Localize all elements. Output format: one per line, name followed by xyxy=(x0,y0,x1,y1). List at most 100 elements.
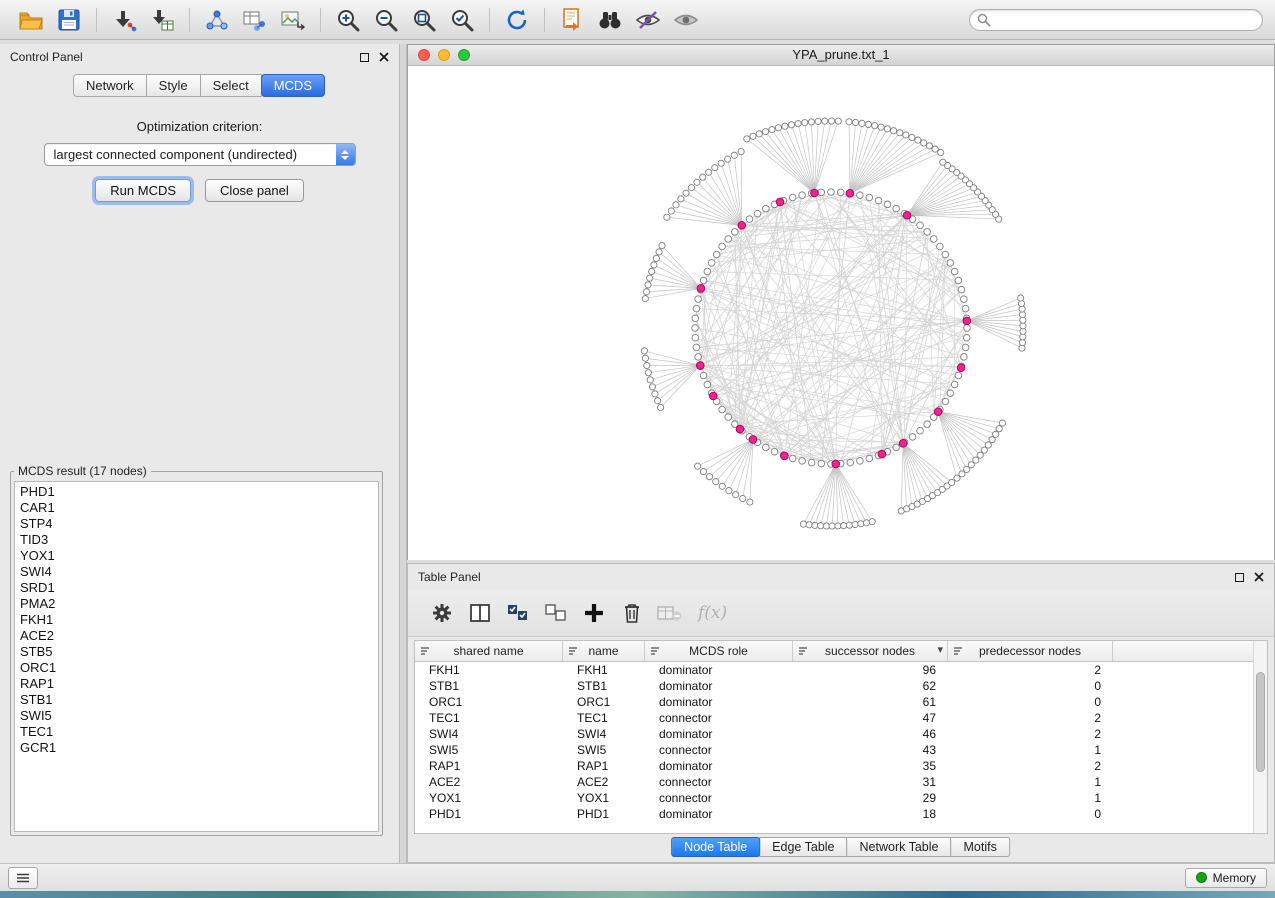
network-node[interactable] xyxy=(725,414,732,421)
table-cell[interactable]: PHD1 xyxy=(415,806,563,822)
network-node[interactable] xyxy=(647,275,653,281)
network-node[interactable] xyxy=(828,189,835,196)
network-node[interactable] xyxy=(763,205,770,212)
network-node[interactable] xyxy=(771,448,778,455)
network-hub-node[interactable] xyxy=(899,440,907,448)
network-node[interactable] xyxy=(718,160,724,166)
network-node[interactable] xyxy=(688,185,694,191)
network-node[interactable] xyxy=(788,122,794,128)
network-node[interactable] xyxy=(841,522,847,528)
network-node[interactable] xyxy=(999,420,1005,426)
network-node[interactable] xyxy=(647,377,653,383)
network-node[interactable] xyxy=(644,362,650,368)
network-node[interactable] xyxy=(642,295,648,301)
column-header-name[interactable]: name xyxy=(563,641,645,661)
export-image-button[interactable] xyxy=(277,5,309,35)
network-node[interactable] xyxy=(846,119,852,125)
table-cell[interactable]: connector xyxy=(645,742,793,758)
network-node[interactable] xyxy=(645,282,651,288)
table-cell[interactable]: SWI4 xyxy=(563,726,645,742)
tab-node-table[interactable]: Node Table xyxy=(671,837,760,857)
network-node[interactable] xyxy=(857,458,864,465)
table-cell[interactable]: 0 xyxy=(948,678,1113,694)
network-node[interactable] xyxy=(719,483,725,489)
table-cell[interactable]: 1 xyxy=(948,742,1113,758)
table-row[interactable]: FKH1FKH1dominator962 xyxy=(415,662,1267,678)
table-cell[interactable]: 35 xyxy=(793,758,948,774)
network-node[interactable] xyxy=(645,370,651,376)
network-node[interactable] xyxy=(700,174,706,180)
table-cell[interactable]: SWI4 xyxy=(415,726,563,742)
network-node[interactable] xyxy=(947,390,954,397)
network-node[interactable] xyxy=(656,249,662,255)
table-cell[interactable]: dominator xyxy=(645,806,793,822)
table-cell[interactable]: 47 xyxy=(793,710,948,726)
network-node[interactable] xyxy=(963,334,970,341)
network-hub-node[interactable] xyxy=(846,190,854,198)
network-node[interactable] xyxy=(823,523,829,529)
network-canvas[interactable] xyxy=(408,66,1274,560)
table-cell[interactable]: 1 xyxy=(948,790,1113,806)
clone-network-button[interactable] xyxy=(556,5,588,35)
network-node[interactable] xyxy=(878,124,884,130)
network-node[interactable] xyxy=(725,156,731,162)
mcds-result-item[interactable]: STB1 xyxy=(20,692,378,708)
network-node[interactable] xyxy=(806,522,812,528)
search-input[interactable] xyxy=(969,9,1263,31)
tab-network-table[interactable]: Network Table xyxy=(847,837,952,857)
table-cell[interactable]: YOX1 xyxy=(563,790,645,806)
network-node[interactable] xyxy=(866,455,873,462)
network-node[interactable] xyxy=(756,131,762,137)
mcds-result-item[interactable]: RAP1 xyxy=(20,676,378,692)
network-node[interactable] xyxy=(924,421,931,428)
column-header-shared-name[interactable]: shared name xyxy=(415,641,563,661)
network-hub-node[interactable] xyxy=(811,189,819,197)
network-node[interactable] xyxy=(738,148,744,154)
tab-select[interactable]: Select xyxy=(200,74,262,97)
network-node[interactable] xyxy=(852,521,858,527)
network-node[interactable] xyxy=(789,455,796,462)
network-node[interactable] xyxy=(829,523,835,529)
network-node[interactable] xyxy=(658,404,664,410)
criterion-dropdown[interactable]: largest connected component (undirected) xyxy=(44,143,356,166)
network-node[interactable] xyxy=(932,146,938,152)
network-node[interactable] xyxy=(695,296,702,303)
network-node[interactable] xyxy=(719,243,726,250)
mcds-result-list[interactable]: PHD1CAR1STP4TID3YOX1SWI4SRD1PMA2FKH1ACE2… xyxy=(14,481,379,832)
status-menu-button[interactable] xyxy=(8,867,38,889)
network-node[interactable] xyxy=(938,149,944,155)
network-node[interactable] xyxy=(808,459,815,466)
network-node[interactable] xyxy=(713,251,720,258)
close-panel-icon[interactable] xyxy=(1254,572,1264,582)
table-cell[interactable]: ORC1 xyxy=(563,694,645,710)
network-node[interactable] xyxy=(704,268,711,275)
network-node[interactable] xyxy=(921,140,927,146)
table-cell[interactable]: SWI5 xyxy=(415,742,563,758)
table-row[interactable]: ACE2ACE2connector311 xyxy=(415,774,1267,790)
panel-splitter[interactable] xyxy=(400,44,407,863)
table-cell[interactable]: 62 xyxy=(793,678,948,694)
network-node[interactable] xyxy=(837,189,844,196)
network-node[interactable] xyxy=(642,355,648,361)
network-node[interactable] xyxy=(857,192,864,199)
network-node[interactable] xyxy=(859,120,865,126)
show-columns-button[interactable] xyxy=(466,599,494,627)
network-node[interactable] xyxy=(747,499,753,505)
network-node[interactable] xyxy=(746,216,753,223)
network-node[interactable] xyxy=(693,344,700,351)
network-node[interactable] xyxy=(769,126,775,132)
network-hub-node[interactable] xyxy=(697,284,705,292)
network-node[interactable] xyxy=(955,277,962,284)
table-row[interactable]: ORC1ORC1dominator610 xyxy=(415,694,1267,710)
network-node[interactable] xyxy=(719,406,726,413)
table-cell[interactable]: dominator xyxy=(645,662,793,678)
table-cell[interactable]: FKH1 xyxy=(415,662,563,678)
add-column-button[interactable] xyxy=(580,599,608,627)
table-cell[interactable]: 31 xyxy=(793,774,948,790)
scrollbar-thumb[interactable] xyxy=(1256,672,1265,772)
network-node[interactable] xyxy=(754,210,761,217)
network-node[interactable] xyxy=(951,381,958,388)
mcds-result-item[interactable]: PHD1 xyxy=(20,484,378,500)
network-node[interactable] xyxy=(869,519,875,525)
zoom-out-button[interactable] xyxy=(370,5,402,35)
